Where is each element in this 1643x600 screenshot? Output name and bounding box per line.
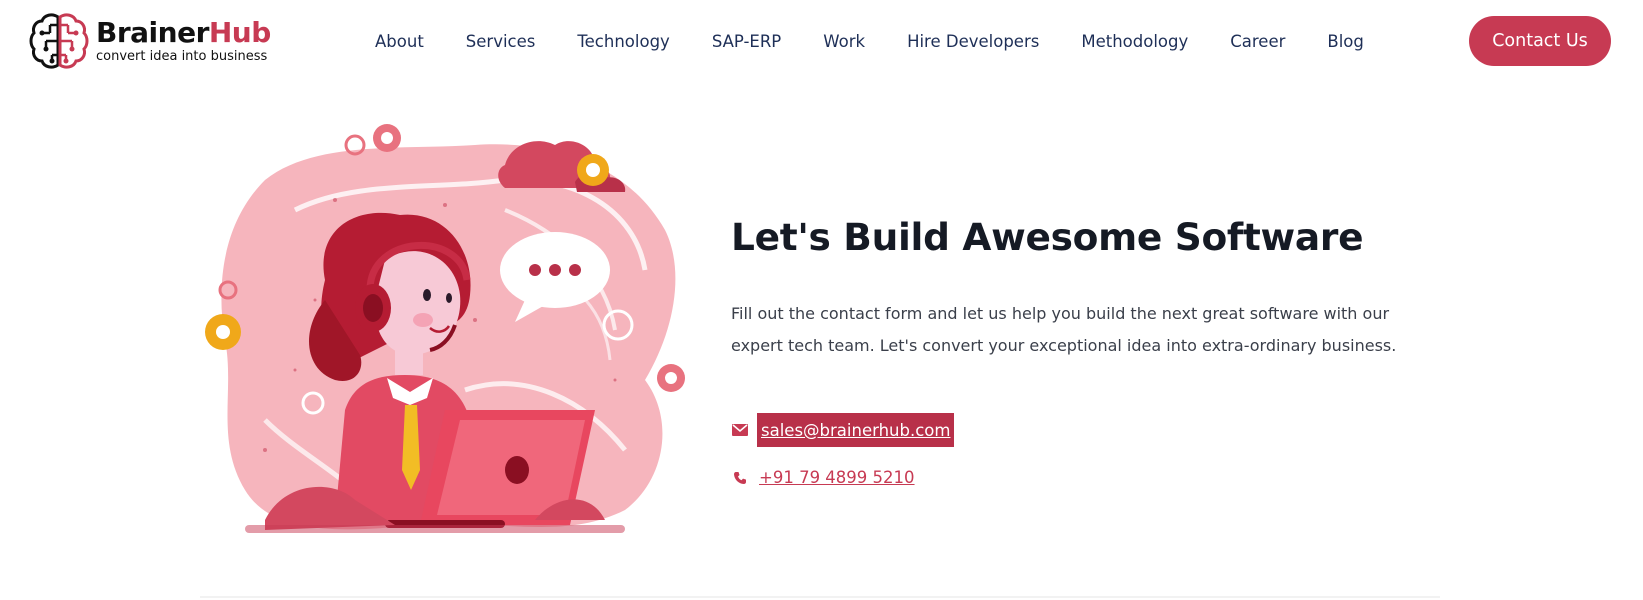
- envelope-icon: [731, 421, 749, 439]
- contact-us-button[interactable]: Contact Us: [1469, 16, 1611, 66]
- main-nav: About Services Technology SAP-ERP Work H…: [375, 28, 1364, 54]
- phone-link[interactable]: +91 79 4899 5210: [759, 468, 915, 487]
- phone-contact: +91 79 4899 5210: [731, 468, 915, 487]
- nav-item-work[interactable]: Work: [823, 32, 865, 51]
- nav-item-services[interactable]: Services: [466, 32, 536, 51]
- nav-item-about[interactable]: About: [375, 32, 424, 51]
- brand-tagline: convert idea into business: [96, 49, 268, 64]
- page-title: Let's Build Awesome Software: [731, 215, 1364, 259]
- nav-item-hire-developers[interactable]: Hire Developers: [907, 32, 1039, 51]
- brand-name-part2: Hub: [208, 16, 271, 49]
- nav-item-blog[interactable]: Blog: [1327, 32, 1363, 51]
- phone-icon: [731, 469, 749, 487]
- page-description: Fill out the contact form and let us hel…: [731, 304, 1397, 355]
- email-link[interactable]: sales@brainerhub.com: [757, 413, 955, 447]
- nav-item-career[interactable]: Career: [1230, 32, 1285, 51]
- nav-item-methodology[interactable]: Methodology: [1081, 32, 1188, 51]
- brain-circuit-icon: [29, 13, 89, 69]
- nav-item-sap-erp[interactable]: SAP-ERP: [712, 32, 781, 51]
- support-agent-illustration: [205, 124, 685, 533]
- section-divider: [200, 596, 1440, 598]
- brand-logo[interactable]: BrainerHub convert idea into business: [28, 10, 288, 72]
- brand-name-part1: Brainer: [96, 16, 209, 49]
- brand-text: BrainerHub convert idea into business: [96, 18, 271, 65]
- gear-icon: [577, 154, 609, 186]
- email-contact: sales@brainerhub.com: [731, 413, 955, 447]
- nav-item-technology[interactable]: Technology: [577, 32, 669, 51]
- brand-name: BrainerHub: [96, 18, 271, 48]
- site-header: BrainerHub convert idea into business Ab…: [0, 0, 1643, 84]
